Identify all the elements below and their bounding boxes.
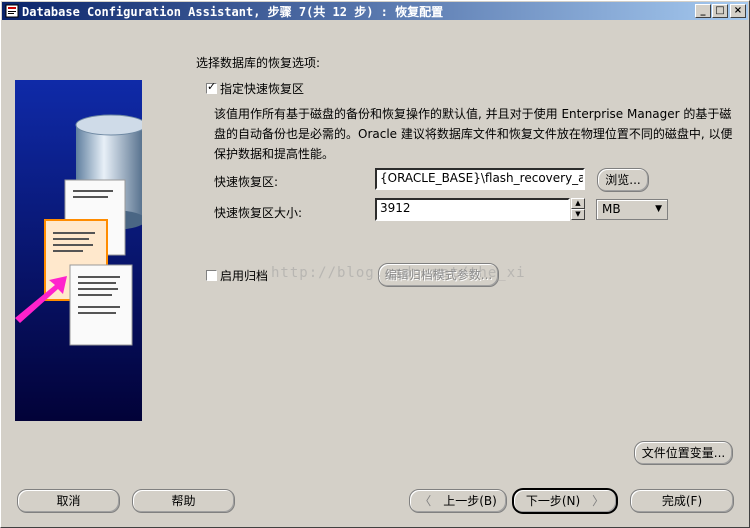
file-location-variables-button[interactable]: 文件位置变量... xyxy=(634,441,733,465)
enable-archive-checkbox[interactable] xyxy=(206,270,217,281)
chevron-left-icon: 〈 xyxy=(419,494,432,508)
window-title: Database Configuration Assistant, 步骤 7(共… xyxy=(22,5,444,19)
page-heading: 选择数据库的恢复选项: xyxy=(196,56,321,70)
database-documents-illustration xyxy=(15,80,142,421)
next-button-label: 下一步(N) xyxy=(525,494,581,508)
chevron-down-icon: ▼ xyxy=(655,204,662,214)
wizard-side-graphic xyxy=(15,80,142,421)
finish-button[interactable]: 完成(F) xyxy=(630,489,734,513)
size-unit-value: MB xyxy=(602,202,621,216)
enable-archive-label[interactable]: 启用归档 xyxy=(220,267,268,284)
flash-area-size-input[interactable]: 3912 xyxy=(375,198,570,221)
flash-recovery-area-checkbox-label[interactable]: 指定快速恢复区 xyxy=(220,80,304,97)
size-unit-select[interactable]: MB ▼ xyxy=(596,199,668,220)
maximize-button[interactable]: □ xyxy=(712,4,728,18)
flash-area-size-label: 快速恢复区大小: xyxy=(214,206,303,220)
spin-down-icon[interactable]: ▼ xyxy=(571,209,585,220)
close-button[interactable]: × xyxy=(730,4,746,18)
help-button[interactable]: 帮助 xyxy=(132,489,235,513)
checkmark-icon: ✓ xyxy=(207,80,217,93)
flash-area-location-label: 快速恢复区: xyxy=(214,175,279,189)
next-button[interactable]: 下一步(N) 〉 xyxy=(513,489,617,513)
browse-button[interactable]: 浏览... xyxy=(597,168,649,192)
dbca-window: Database Configuration Assistant, 步骤 7(共… xyxy=(0,0,750,528)
flash-recovery-area-checkbox[interactable]: ✓ xyxy=(206,80,217,94)
cancel-button[interactable]: 取消 xyxy=(17,489,120,513)
flash-area-location-input[interactable]: {ORACLE_BASE}\flash_recovery_area xyxy=(375,168,585,190)
back-button-label: 上一步(B) xyxy=(443,494,497,508)
minimize-button[interactable]: _ xyxy=(695,4,711,18)
back-button[interactable]: 〈上一步(B) xyxy=(409,489,507,513)
size-spinner[interactable]: ▲ ▼ xyxy=(571,198,585,221)
spin-up-icon[interactable]: ▲ xyxy=(571,198,585,209)
chevron-right-icon: 〉 xyxy=(592,494,605,508)
edit-archive-params-button[interactable]: 编辑归档模式参数... xyxy=(378,263,499,287)
title-bar[interactable]: Database Configuration Assistant, 步骤 7(共… xyxy=(2,2,748,20)
app-icon xyxy=(5,4,19,18)
flash-area-description: 该值用作所有基于磁盘的备份和恢复操作的默认值, 并且对于使用 Enterpris… xyxy=(214,107,733,161)
